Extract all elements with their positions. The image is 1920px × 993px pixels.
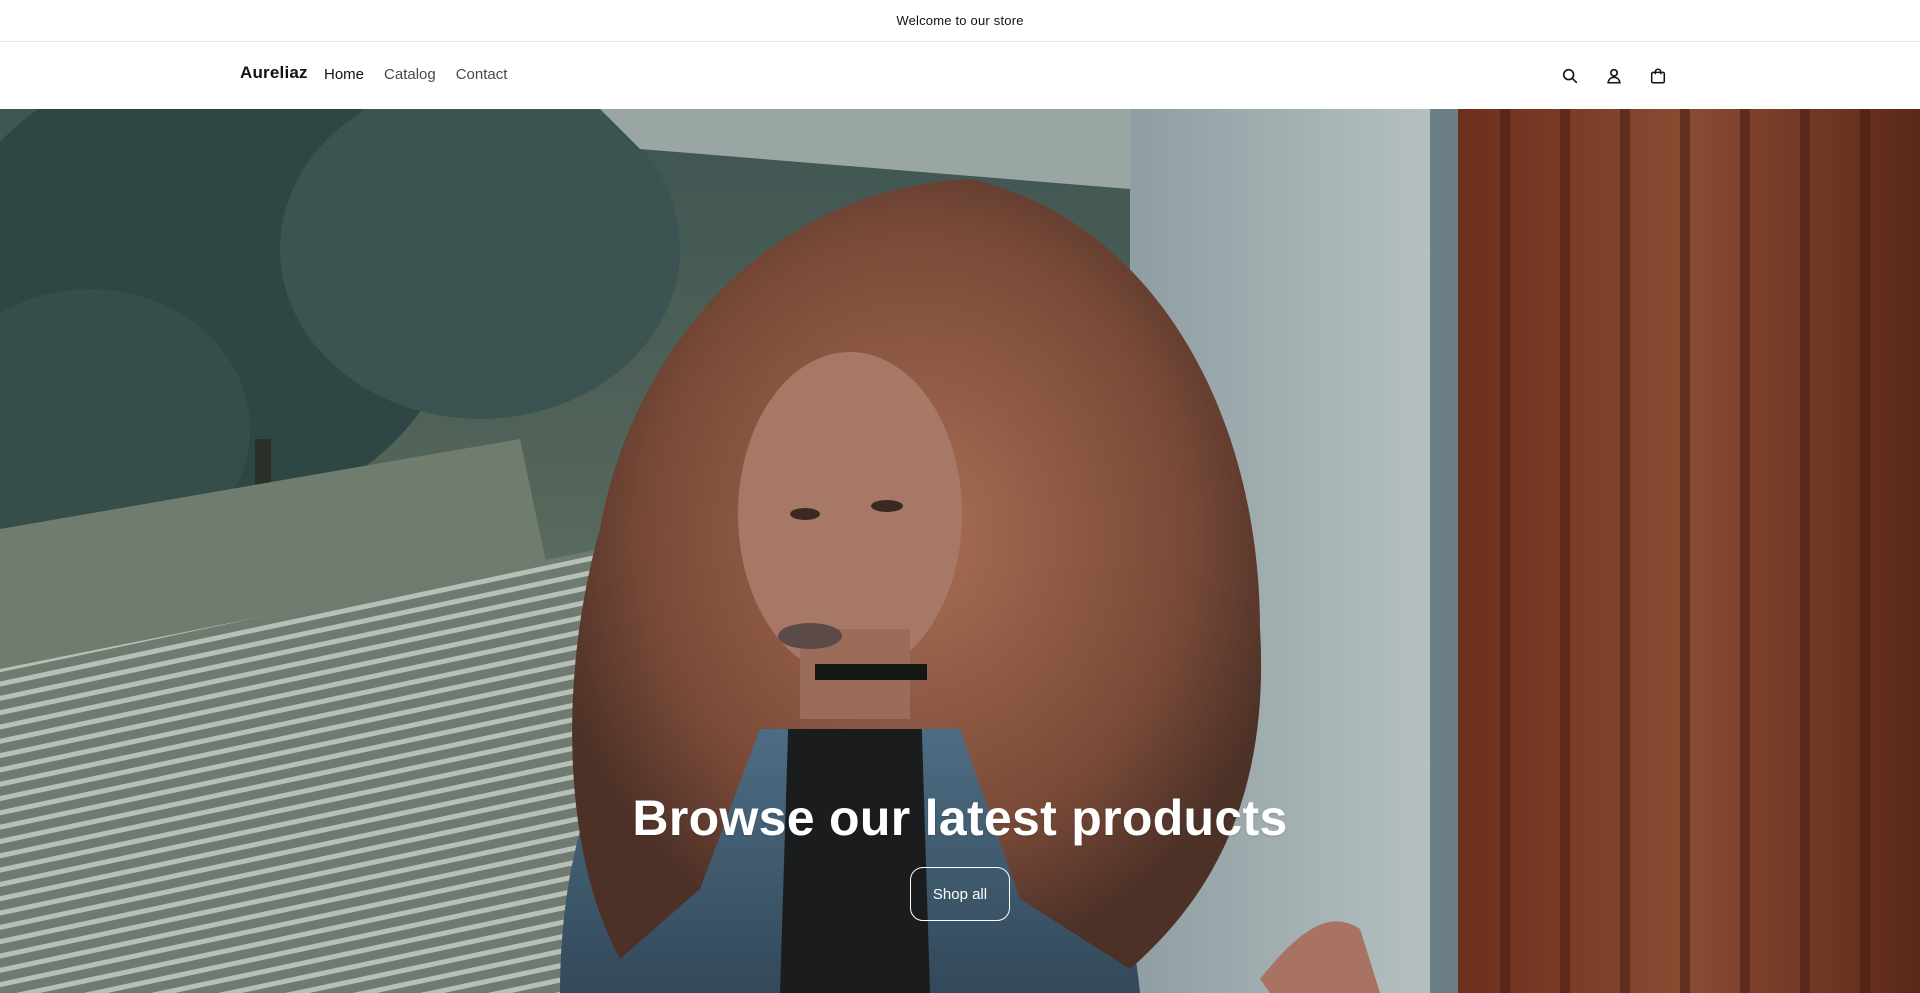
site-header: Aureliaz Home Catalog Contact bbox=[0, 43, 1920, 109]
announcement-text: Welcome to our store bbox=[896, 13, 1024, 28]
nav-home[interactable]: Home bbox=[324, 66, 364, 83]
announcement-bar: Welcome to our store bbox=[0, 0, 1920, 42]
main-nav: Home Catalog Contact bbox=[324, 66, 507, 83]
nav-catalog[interactable]: Catalog bbox=[384, 66, 436, 83]
hero-image bbox=[0, 109, 1920, 993]
store-logo[interactable]: Aureliaz bbox=[240, 63, 308, 83]
cart-icon[interactable] bbox=[1645, 63, 1671, 89]
hero-banner: Browse our latest products Shop all bbox=[0, 109, 1920, 993]
nav-contact[interactable]: Contact bbox=[456, 66, 508, 83]
account-icon[interactable] bbox=[1601, 63, 1627, 89]
header-icons bbox=[1557, 63, 1671, 89]
search-icon[interactable] bbox=[1557, 63, 1583, 89]
shop-all-button[interactable]: Shop all bbox=[910, 867, 1010, 921]
hero-title: Browse our latest products bbox=[632, 790, 1288, 846]
